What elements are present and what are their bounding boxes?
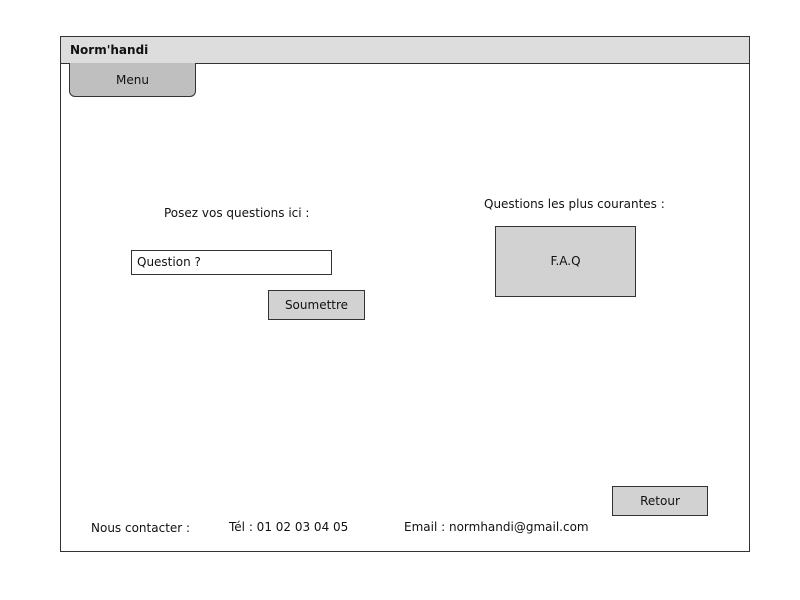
app-window: Norm'handi — [60, 36, 750, 552]
faq-button[interactable]: F.A.Q — [495, 226, 636, 297]
title-bar: Norm'handi — [61, 37, 749, 64]
app-title: Norm'handi — [70, 43, 149, 57]
question-input[interactable]: Question ? — [131, 250, 332, 275]
phone-number: Tél : 01 02 03 04 05 — [229, 520, 349, 534]
menu-button[interactable]: Menu — [69, 63, 196, 97]
submit-button[interactable]: Soumettre — [268, 290, 365, 320]
question-prompt: Posez vos questions ici : — [164, 206, 310, 220]
contact-label: Nous contacter : — [91, 521, 191, 535]
email-address: Email : normhandi@gmail.com — [404, 520, 589, 534]
back-button[interactable]: Retour — [612, 486, 708, 516]
faq-heading: Questions les plus courantes : — [484, 197, 665, 211]
